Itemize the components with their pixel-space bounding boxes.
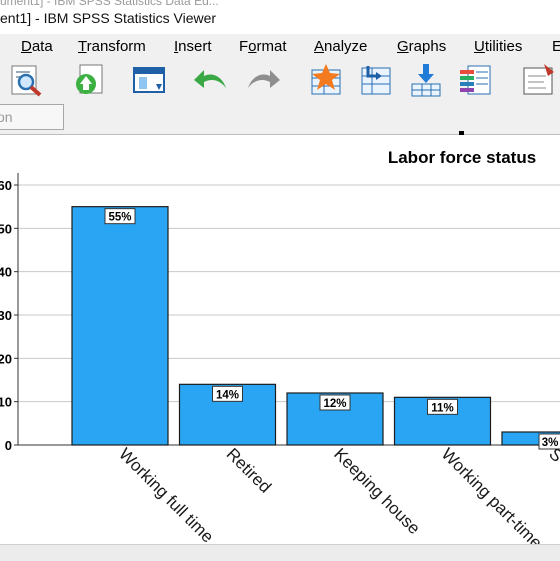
print-preview-icon xyxy=(11,65,42,97)
goto-data-button[interactable] xyxy=(308,62,344,98)
print-preview-button[interactable] xyxy=(8,62,44,98)
y-tick-label: 30 xyxy=(0,308,12,323)
variables-button[interactable] xyxy=(458,62,494,98)
variables-icon xyxy=(460,65,491,95)
y-tick-label: 50 xyxy=(0,221,12,236)
y-tick-label: 20 xyxy=(0,351,12,366)
insert-output-icon xyxy=(411,64,441,97)
y-tick-label: 60 xyxy=(0,178,12,193)
redo-button[interactable] xyxy=(246,62,282,98)
y-tick-label: 10 xyxy=(0,395,12,410)
goto-data-icon xyxy=(311,64,341,95)
chart-title: Labor force status xyxy=(388,148,536,167)
export-icon xyxy=(76,64,103,94)
window-title: ent1] - IBM SPSS Statistics Viewer xyxy=(0,10,217,26)
category-label: Working full time xyxy=(115,444,217,545)
category-label: Keeping house xyxy=(330,444,424,538)
undo-icon xyxy=(194,70,226,88)
category-label: Retired xyxy=(223,444,275,496)
designate-window-icon xyxy=(523,64,554,95)
menu-transform[interactable]: Transform xyxy=(78,38,146,55)
bar xyxy=(71,206,169,446)
data-label: 55% xyxy=(108,212,131,224)
designate-window-button[interactable] xyxy=(520,62,556,98)
background-window-title: ument1] - IBM SPSS Statistics Data Ed... xyxy=(0,0,219,8)
data-label: 11% xyxy=(431,402,453,414)
status-strip xyxy=(0,544,560,561)
search-input[interactable]: on xyxy=(0,104,64,130)
data-label: 12% xyxy=(323,398,346,410)
menu-extensions[interactable]: E xyxy=(552,38,560,55)
menu-format[interactable]: Format xyxy=(239,38,287,55)
dialog-recall-icon xyxy=(133,67,165,93)
menu-bar: Data Transform Insert Format Analyze Gra… xyxy=(0,34,560,58)
redo-icon xyxy=(248,70,280,88)
y-tick-label: 40 xyxy=(0,265,12,280)
menu-analyze[interactable]: Analyze xyxy=(314,38,367,55)
toolbar xyxy=(0,58,560,102)
category-label: Working part-time xyxy=(438,444,546,545)
menu-data[interactable]: Data xyxy=(21,38,53,55)
goto-case-icon xyxy=(361,66,391,95)
bar-chart: Labor force status 60 50 40 30 20 10 0 55% Worki… xyxy=(0,148,560,545)
insert-output-button[interactable] xyxy=(408,62,444,98)
data-label: 14% xyxy=(216,389,239,401)
output-viewer: Labor force status 60 50 40 30 20 10 0 55% Worki… xyxy=(0,135,560,560)
menu-insert[interactable]: Insert xyxy=(174,38,212,55)
menu-utilities[interactable]: Utilities xyxy=(474,38,522,55)
title-bar: ument1] - IBM SPSS Statistics Data Ed...… xyxy=(0,0,560,34)
secondary-toolbar: on xyxy=(0,102,560,135)
dialog-recall-button[interactable] xyxy=(132,62,168,98)
undo-button[interactable] xyxy=(192,62,228,98)
menu-graphs[interactable]: Graphs xyxy=(397,38,446,55)
goto-case-button[interactable] xyxy=(358,62,394,98)
y-tick-label: 0 xyxy=(5,438,12,453)
export-button[interactable] xyxy=(70,62,106,98)
